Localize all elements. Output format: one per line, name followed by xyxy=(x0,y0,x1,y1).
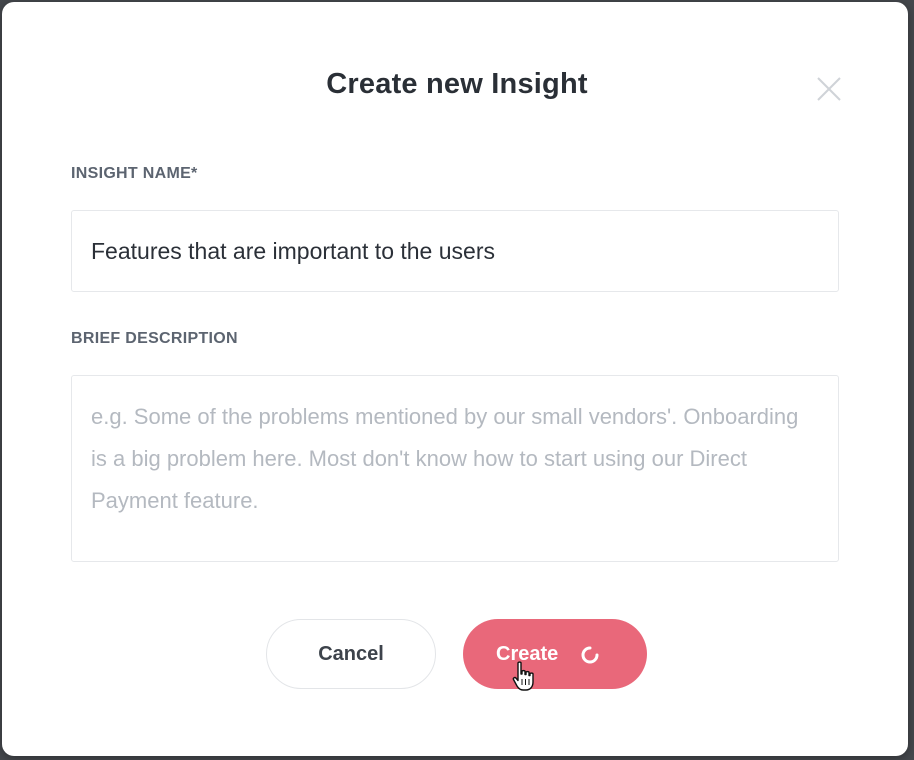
create-button-label: Create xyxy=(496,642,559,665)
brief-description-field-wrapper xyxy=(71,375,839,562)
create-button[interactable]: Create xyxy=(463,619,647,689)
dialog-title: Create new Insight xyxy=(326,68,588,100)
brief-description-textarea[interactable] xyxy=(72,376,838,561)
close-icon xyxy=(817,77,841,101)
create-insight-dialog: Create new Insight INSIGHT NAME* BRIEF D… xyxy=(2,2,908,756)
cancel-button[interactable]: Cancel xyxy=(266,619,436,689)
insight-name-label: INSIGHT NAME* xyxy=(71,165,198,182)
close-button[interactable] xyxy=(814,74,844,104)
insight-name-input[interactable] xyxy=(72,211,838,291)
brief-description-label: BRIEF DESCRIPTION xyxy=(71,330,238,347)
loading-spinner-icon xyxy=(581,646,599,664)
insight-name-field-wrapper xyxy=(71,210,839,292)
